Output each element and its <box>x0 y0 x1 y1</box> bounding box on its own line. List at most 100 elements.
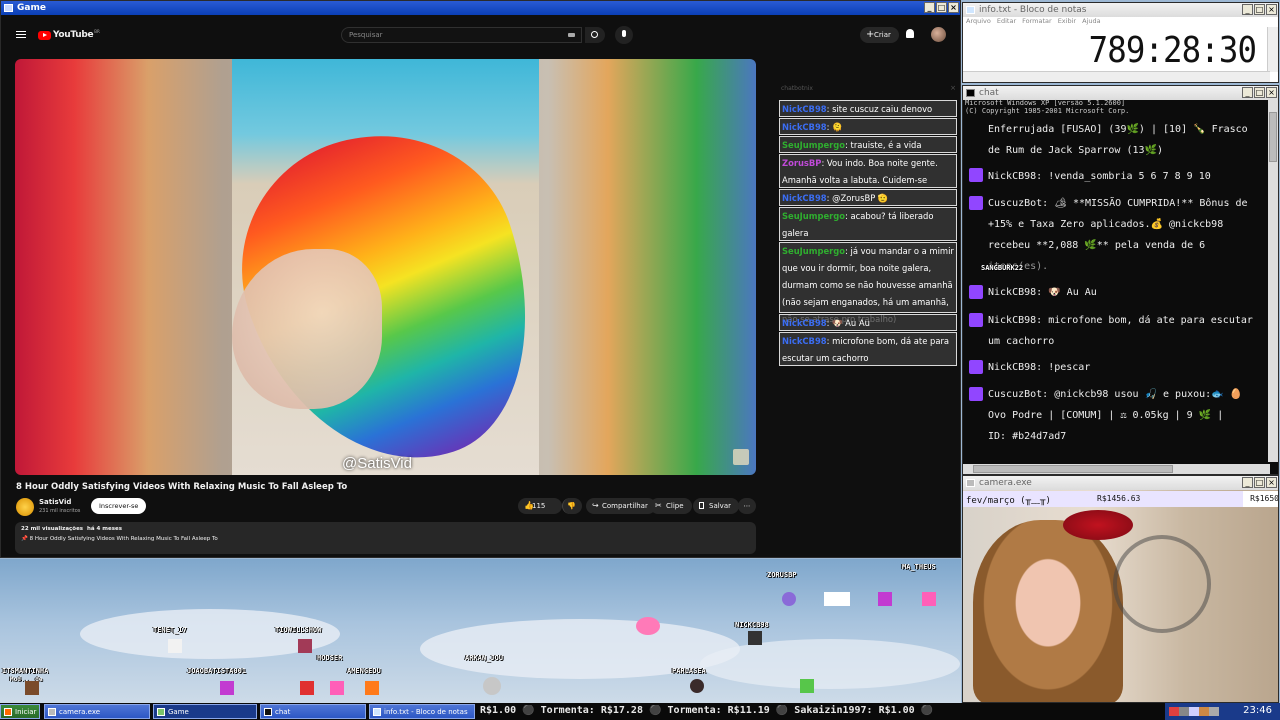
chat-text: : site cuscuz caiu denovo <box>826 104 933 114</box>
maximize-button[interactable]: □ <box>1254 87 1265 98</box>
player-sprite[interactable] <box>748 631 762 645</box>
youtube-play-icon <box>38 30 51 40</box>
channel-name[interactable]: SatisVid <box>39 498 71 506</box>
create-button[interactable]: + Criar <box>860 27 899 43</box>
menu-item-editar[interactable]: Editar <box>997 17 1016 27</box>
chat-titlebar[interactable]: chat _ □ × <box>963 86 1278 100</box>
search-input[interactable]: Pesquisar <box>349 31 383 39</box>
notepad-icon <box>373 708 381 716</box>
player-sprite[interactable] <box>878 592 892 606</box>
chat-line: Enferrujada [FUSAO] (39🌿) | [10] 🍾 Frasc… <box>988 124 1248 135</box>
fullscreen-corner-icon[interactable] <box>733 449 749 465</box>
close-button[interactable]: × <box>1266 87 1277 98</box>
player-sprite[interactable] <box>800 679 814 693</box>
close-button[interactable]: × <box>1266 4 1277 15</box>
chat-message: SeuJumpergo: trauiste, é a vida <box>779 136 957 153</box>
game-window-titlebar[interactable]: Game _ □ × <box>1 1 960 15</box>
player-sprite[interactable] <box>824 592 850 606</box>
voice-search-button[interactable] <box>615 26 633 44</box>
taskbar-button-chat[interactable]: chat <box>260 704 366 719</box>
clock[interactable]: 23:46 <box>1243 705 1272 716</box>
close-button[interactable]: × <box>948 2 959 13</box>
youtube-logo[interactable]: YouTube BR <box>38 29 100 41</box>
minimize-button[interactable]: _ <box>1242 4 1253 15</box>
player-sprite[interactable] <box>220 681 234 695</box>
cmd-header-1: Microsoft Windows XP [versão 5.1.2600] <box>965 99 1126 107</box>
scissors-icon: ✂ <box>655 501 662 510</box>
chat-line: ID: #b24d7ad7 <box>988 431 1067 442</box>
chat-scroll-thumb[interactable] <box>1269 112 1277 162</box>
window-icon <box>4 4 13 12</box>
chat-line: NickCB98: 🐶 Au Au <box>988 287 1097 298</box>
player-sprite[interactable] <box>25 681 39 695</box>
chat-username: NickCB98 <box>782 336 827 346</box>
start-button[interactable]: Iniciar <box>0 704 40 719</box>
camera-titlebar[interactable]: camera.exe _ □ × <box>963 476 1278 490</box>
clip-label: Clipe <box>666 502 684 510</box>
close-button[interactable]: × <box>1266 477 1277 488</box>
taskbar-button-camera[interactable]: camera.exe <box>44 704 150 719</box>
chat-text: : já vou mandar o a mimir que vou ir dor… <box>782 246 954 324</box>
menu-item-ajuda[interactable]: Ajuda <box>1082 17 1100 27</box>
menu-item-arquivo[interactable]: Arquivo <box>966 17 991 27</box>
player-sprite[interactable] <box>483 677 501 695</box>
subscribe-button[interactable]: Inscrever-se <box>91 498 147 514</box>
minimize-button[interactable]: _ <box>1242 477 1253 488</box>
player-name: ARKAN_JOU <box>465 654 503 662</box>
like-button[interactable]: 👍 115 <box>518 498 562 514</box>
goal-target: R$1650 <box>1250 494 1279 503</box>
search-bar[interactable]: Pesquisar <box>341 27 582 43</box>
cmd-icon <box>966 89 975 97</box>
share-button[interactable]: ↪ Compartilhar <box>586 498 656 514</box>
notifications-bell-icon[interactable] <box>906 29 914 38</box>
menu-item-formatar[interactable]: Formatar <box>1022 17 1052 27</box>
chat-username: SeuJumpergo <box>782 211 846 221</box>
player-sprite[interactable] <box>168 639 182 653</box>
bookmark-icon <box>699 502 704 509</box>
menu-item-exibir[interactable]: Exibir <box>1058 17 1076 27</box>
chat-overlay-header: chatbotnix <box>781 85 813 92</box>
dislike-button[interactable]: 👎 <box>562 498 582 514</box>
maximize-button[interactable]: □ <box>1254 477 1265 488</box>
player-sprite[interactable] <box>782 592 796 606</box>
youtube-header: YouTube BR Pesquisar + Criar <box>3 17 960 53</box>
video-player[interactable]: @SatisVid <box>15 59 756 475</box>
player-sprite[interactable] <box>365 681 379 695</box>
tray-icons[interactable] <box>1169 707 1219 716</box>
game-window: Game _ □ × YouTube BR Pesquisar + Criar … <box>0 0 961 558</box>
channel-avatar[interactable] <box>16 498 34 516</box>
taskbar-button-game[interactable]: Game <box>153 704 257 719</box>
player-sprite[interactable] <box>330 681 344 695</box>
search-button[interactable] <box>585 27 605 43</box>
player-sprite[interactable] <box>922 592 936 606</box>
taskbar-button-notepad[interactable]: info.txt - Bloco de notas <box>369 704 475 719</box>
minimize-button[interactable]: _ <box>924 2 935 13</box>
chat-hscroll-thumb[interactable] <box>973 465 1173 473</box>
chat-overlay-close-icon[interactable]: × <box>950 84 956 92</box>
player-sprite[interactable] <box>690 679 704 693</box>
menu-icon[interactable] <box>16 31 26 38</box>
more-actions-button[interactable]: ⋯ <box>738 498 756 514</box>
account-avatar[interactable] <box>931 27 946 42</box>
notepad-titlebar[interactable]: info.txt - Bloco de notas _ □ × <box>963 3 1278 17</box>
chat-scrollbar[interactable] <box>1268 98 1278 462</box>
keyboard-icon[interactable] <box>568 33 575 37</box>
chat-overlay: chatbotnix × NickCB98 : site cuscuz caiu … <box>776 83 960 373</box>
clip-button[interactable]: ✂ Clipe <box>650 498 692 514</box>
description-box[interactable]: 22 mil visualizações há 4 meses 📌 8 Hour… <box>15 522 756 554</box>
notepad-hscrollbar[interactable] <box>963 71 1270 82</box>
save-button[interactable]: Salvar <box>693 498 739 514</box>
chat-hscrollbar[interactable] <box>963 464 1270 474</box>
minimize-button[interactable]: _ <box>1242 87 1253 98</box>
plus-icon: + <box>866 29 875 40</box>
maximize-button[interactable]: □ <box>936 2 947 13</box>
player-name: ZORUSBP <box>767 571 797 579</box>
player-sprite[interactable] <box>300 681 314 695</box>
windows-logo-icon <box>4 708 12 716</box>
player-sprite[interactable] <box>298 639 312 653</box>
maximize-button[interactable]: □ <box>1254 4 1265 15</box>
notepad-scrollbar[interactable] <box>1267 27 1278 72</box>
create-label: Criar <box>874 31 891 39</box>
player-name: HODSER <box>317 654 343 662</box>
taskbar-label: info.txt - Bloco de notas <box>384 708 468 716</box>
